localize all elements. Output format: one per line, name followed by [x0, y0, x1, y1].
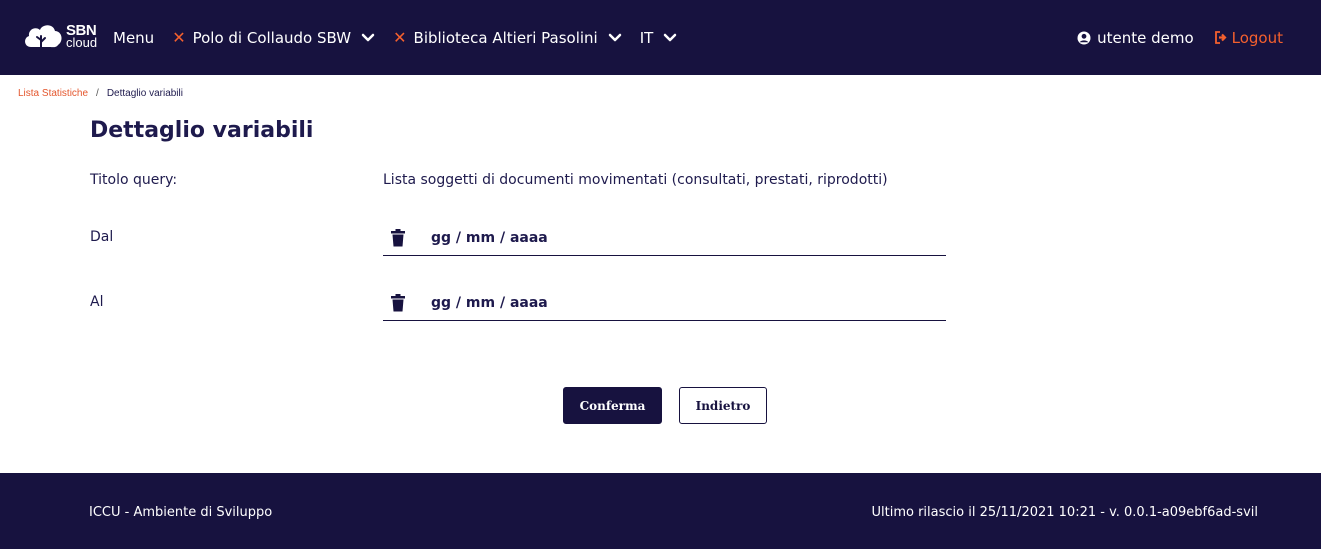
- trash-icon[interactable]: [390, 293, 406, 312]
- query-title-label: Titolo query:: [90, 172, 178, 188]
- logo-text-sbn: SBN: [66, 21, 97, 39]
- back-button[interactable]: Indietro: [679, 387, 767, 424]
- footer-release-info: Ultimo rilascio il 25/11/2021 10:21 - v.…: [871, 505, 1259, 520]
- top-navbar: SBN cloud Menu ✕ Polo di Collaudo SBW ✕ …: [0, 0, 1321, 75]
- language-label: IT: [639, 28, 654, 47]
- from-date-label: Dal: [90, 229, 114, 245]
- breadcrumb: Lista Statistiche / Dettaglio variabili: [18, 88, 183, 99]
- from-date-field[interactable]: gg / mm / aaaa: [383, 220, 946, 256]
- biblioteca-selector[interactable]: ✕ Biblioteca Altieri Pasolini: [393, 28, 622, 47]
- from-date-placeholder[interactable]: gg / mm / aaaa: [431, 230, 548, 246]
- breadcrumb-link-lista-statistiche[interactable]: Lista Statistiche: [18, 88, 88, 99]
- to-date-field[interactable]: gg / mm / aaaa: [383, 285, 946, 321]
- user-nav: utente demo Logout: [1077, 0, 1283, 75]
- page-title: Dettaglio variabili: [90, 118, 314, 143]
- menu-button[interactable]: Menu: [113, 29, 154, 47]
- logout-link[interactable]: Logout: [1214, 29, 1283, 47]
- polo-selector[interactable]: ✕ Polo di Collaudo SBW: [172, 28, 375, 47]
- user-name: utente demo: [1097, 28, 1194, 47]
- polo-label: Polo di Collaudo SBW: [192, 28, 352, 47]
- breadcrumb-separator: /: [96, 88, 99, 99]
- footer: ICCU - Ambiente di Sviluppo Ultimo rilas…: [0, 473, 1321, 549]
- chevron-down-icon[interactable]: [608, 33, 622, 43]
- to-date-label: Al: [90, 294, 104, 310]
- biblioteca-label: Biblioteca Altieri Pasolini: [413, 28, 598, 47]
- confirm-button[interactable]: Conferma: [563, 387, 662, 424]
- cloud-logo-icon: [25, 25, 62, 48]
- main-nav: Menu ✕ Polo di Collaudo SBW ✕ Biblioteca…: [113, 0, 695, 75]
- sign-out-icon: [1214, 31, 1227, 44]
- chevron-down-icon[interactable]: [361, 33, 375, 43]
- to-date-placeholder[interactable]: gg / mm / aaaa: [431, 295, 548, 311]
- query-title-value: Lista soggetti di documenti movimentati …: [383, 172, 888, 188]
- language-selector[interactable]: IT: [640, 29, 678, 47]
- close-icon[interactable]: ✕: [172, 28, 185, 47]
- user-circle-icon: [1077, 31, 1091, 44]
- logo-text-cloud: cloud: [66, 34, 98, 50]
- footer-environment: ICCU - Ambiente di Sviluppo: [89, 505, 273, 520]
- user-menu[interactable]: utente demo: [1077, 29, 1194, 47]
- breadcrumb-current: Dettaglio variabili: [106, 88, 183, 99]
- trash-icon[interactable]: [390, 228, 406, 247]
- close-icon[interactable]: ✕: [393, 28, 406, 47]
- logout-label: Logout: [1231, 28, 1283, 47]
- sbn-cloud-logo[interactable]: SBN cloud: [22, 21, 97, 51]
- chevron-down-icon[interactable]: [663, 33, 677, 43]
